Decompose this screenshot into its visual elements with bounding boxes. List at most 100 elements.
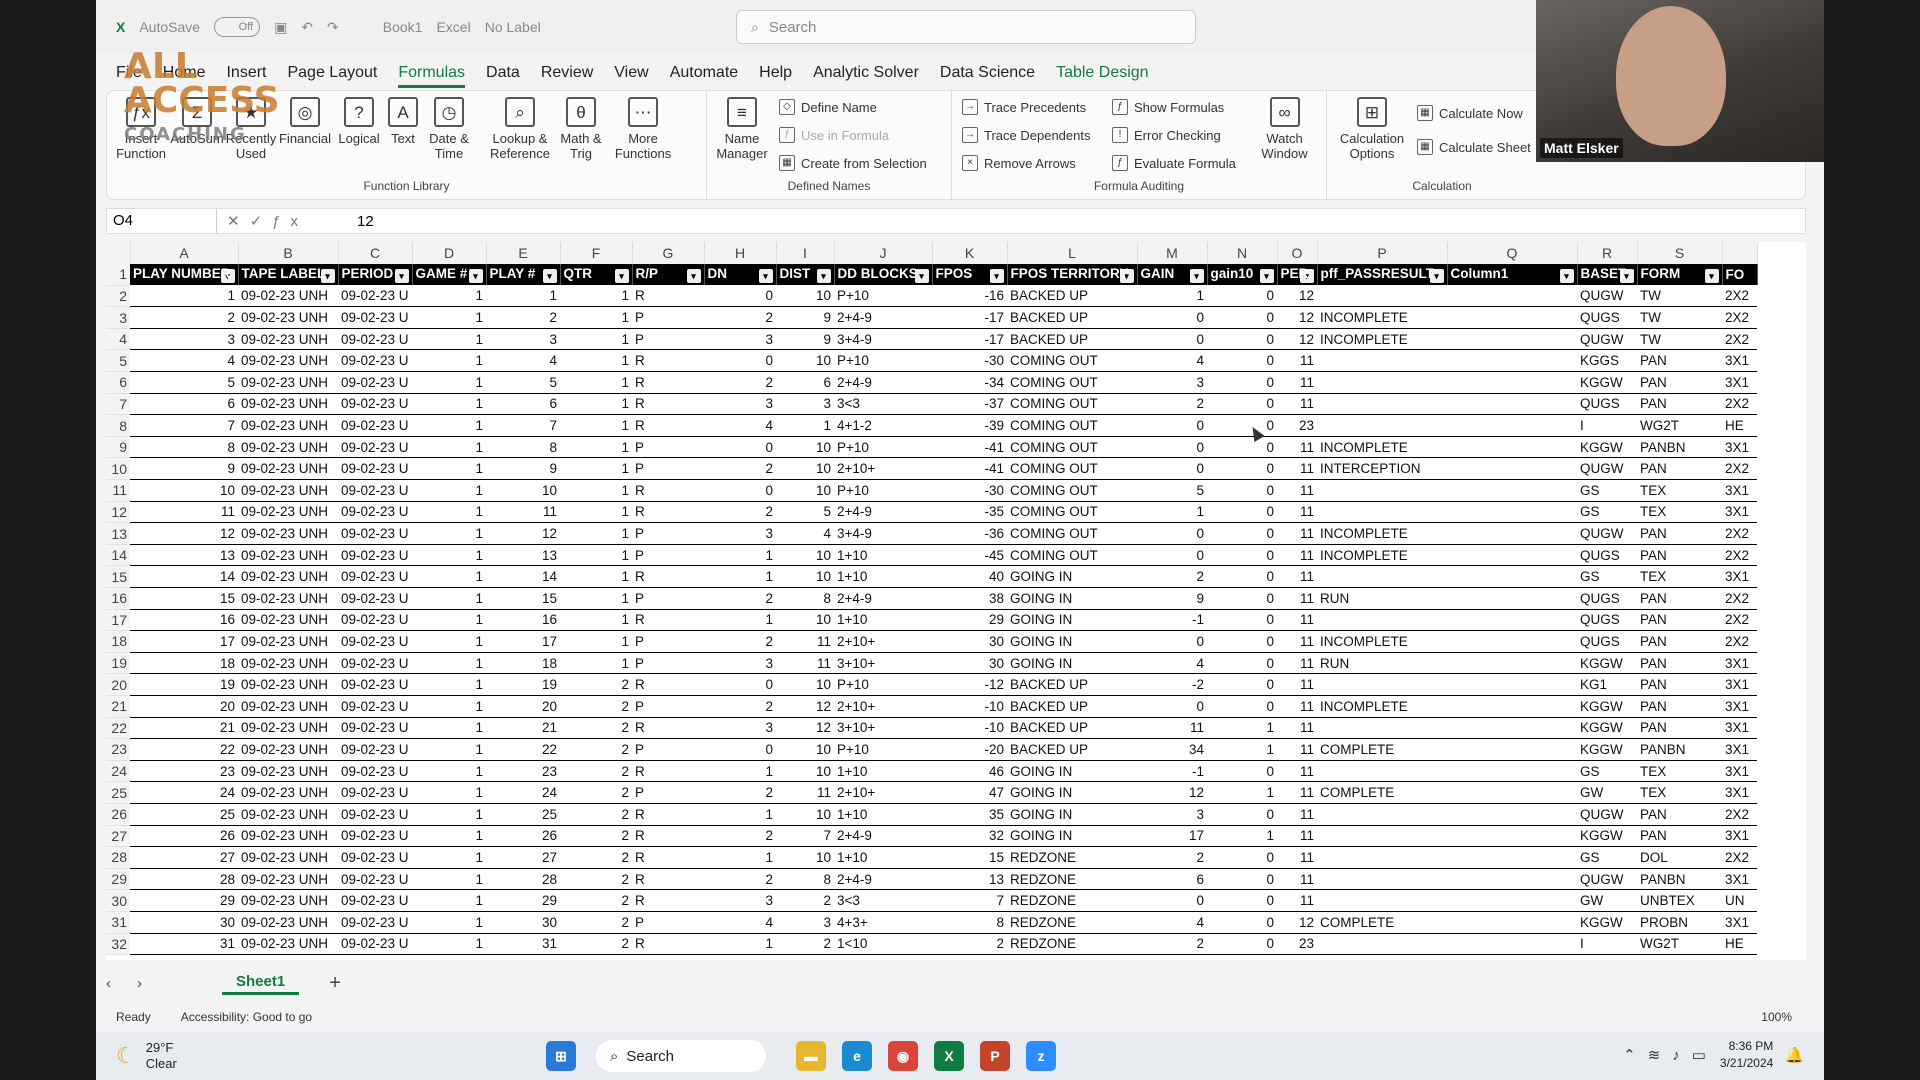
cell[interactable]: 09-02-23 U bbox=[338, 436, 412, 459]
cell[interactable]: 34 bbox=[1137, 738, 1207, 761]
cell[interactable]: 12 bbox=[486, 522, 560, 545]
tab-data[interactable]: Data bbox=[486, 64, 520, 88]
cell[interactable]: 38 bbox=[932, 587, 1007, 610]
cell[interactable]: QUGW bbox=[1577, 803, 1637, 826]
row-header[interactable]: 28 bbox=[106, 846, 130, 869]
cell[interactable]: 2X2 bbox=[1722, 609, 1757, 632]
cell[interactable]: 16 bbox=[130, 609, 238, 632]
cell[interactable]: 27 bbox=[130, 846, 238, 869]
cell[interactable]: 09-02-23 UNH bbox=[238, 457, 338, 481]
filter-dropdown-icon[interactable]: ▾ bbox=[1704, 268, 1719, 283]
battery-icon[interactable]: ▭ bbox=[1692, 1046, 1706, 1064]
cell[interactable]: 09-02-23 UNH bbox=[238, 522, 338, 545]
cell[interactable]: 09-02-23 U bbox=[338, 609, 412, 632]
cell[interactable]: 1 bbox=[1137, 285, 1207, 308]
cell[interactable]: GOING IN bbox=[1007, 630, 1137, 653]
cell[interactable]: 1 bbox=[704, 846, 776, 869]
cell[interactable]: P+10 bbox=[834, 436, 932, 459]
cell[interactable]: 1 bbox=[560, 565, 632, 588]
cell[interactable]: 1 bbox=[560, 349, 632, 373]
cell[interactable]: INCOMPLETE bbox=[1317, 544, 1447, 567]
cell[interactable]: I bbox=[1577, 414, 1637, 437]
calculation-options-button[interactable]: ⊞ Calculation Options bbox=[1337, 97, 1407, 161]
cell[interactable]: P+10 bbox=[834, 673, 932, 696]
cell[interactable]: I bbox=[1577, 933, 1637, 956]
cell[interactable]: 1 bbox=[412, 501, 486, 524]
select-all-corner[interactable] bbox=[106, 242, 131, 264]
cell[interactable]: -16 bbox=[932, 285, 1007, 308]
cell[interactable]: 09-02-23 U bbox=[338, 565, 412, 588]
cell[interactable] bbox=[1317, 803, 1447, 826]
cell[interactable]: 09-02-23 UNH bbox=[238, 781, 338, 804]
cell[interactable]: 11 bbox=[1277, 522, 1317, 545]
cell[interactable]: 2X2 bbox=[1722, 803, 1757, 826]
cell[interactable]: 09-02-23 U bbox=[338, 501, 412, 524]
cell[interactable]: 09-02-23 UNH bbox=[238, 587, 338, 610]
fx-icon[interactable]: ƒx bbox=[272, 213, 308, 230]
text-button[interactable]: A Text bbox=[377, 97, 429, 146]
cell[interactable]: 4 bbox=[1137, 911, 1207, 934]
cell[interactable]: R bbox=[632, 760, 704, 783]
cell[interactable]: GS bbox=[1577, 479, 1637, 502]
cell[interactable]: 11 bbox=[1277, 846, 1317, 869]
cell[interactable]: 0 bbox=[704, 738, 776, 761]
cell[interactable]: 0 bbox=[1137, 889, 1207, 912]
cell[interactable]: 1 bbox=[412, 652, 486, 675]
cell[interactable]: 1 bbox=[560, 652, 632, 675]
cell[interactable]: 7 bbox=[776, 825, 834, 848]
cell[interactable]: 11 bbox=[486, 501, 560, 524]
cell[interactable]: COMPLETE bbox=[1317, 738, 1447, 761]
cell[interactable]: TW bbox=[1637, 285, 1722, 308]
cell[interactable]: 0 bbox=[1207, 911, 1277, 934]
cell[interactable]: 1 bbox=[560, 285, 632, 308]
cell[interactable]: QUGW bbox=[1577, 285, 1637, 308]
cell[interactable] bbox=[1317, 760, 1447, 783]
cell[interactable]: 2 bbox=[704, 695, 776, 718]
column-header[interactable]: E bbox=[486, 242, 561, 264]
cell[interactable] bbox=[1447, 673, 1577, 696]
cell[interactable]: 09-02-23 UNH bbox=[238, 803, 338, 826]
cell[interactable] bbox=[1317, 479, 1447, 502]
cell[interactable]: 1 bbox=[412, 695, 486, 718]
cell[interactable]: 30 bbox=[486, 911, 560, 934]
cell[interactable]: REDZONE bbox=[1007, 868, 1137, 891]
cell[interactable]: 1 bbox=[412, 825, 486, 848]
row-header[interactable]: 30 bbox=[106, 889, 130, 912]
cell[interactable] bbox=[1447, 349, 1577, 373]
cell[interactable]: 7 bbox=[486, 414, 560, 437]
cell[interactable]: 2 bbox=[560, 803, 632, 826]
cell[interactable]: COMPLETE bbox=[1317, 781, 1447, 804]
cell[interactable]: TW bbox=[1637, 306, 1722, 329]
cell[interactable] bbox=[1447, 609, 1577, 632]
cell[interactable]: 2X2 bbox=[1722, 522, 1757, 545]
trace-precedents-button[interactable]: → Trace Precedents bbox=[962, 99, 1086, 115]
cell[interactable] bbox=[1447, 587, 1577, 610]
cell[interactable]: 0 bbox=[1207, 565, 1277, 588]
table-header-cell[interactable]: ▾ Column1 bbox=[1447, 263, 1578, 286]
cell[interactable] bbox=[1317, 371, 1447, 394]
cell[interactable]: 4 bbox=[1137, 349, 1207, 373]
cell[interactable]: 10 bbox=[776, 609, 834, 632]
cell[interactable]: 3 bbox=[1137, 371, 1207, 394]
cell[interactable]: P bbox=[632, 457, 704, 481]
row-header[interactable]: 6 bbox=[106, 371, 130, 394]
cell[interactable]: 12 bbox=[1277, 306, 1317, 329]
cell[interactable]: 9 bbox=[130, 457, 238, 481]
cell[interactable]: 6 bbox=[776, 371, 834, 394]
cell[interactable]: 8 bbox=[932, 911, 1007, 934]
cell[interactable]: 3X1 bbox=[1722, 911, 1757, 934]
math-trig-button[interactable]: θ Math & Trig bbox=[555, 97, 607, 161]
cell[interactable]: 09-02-23 UNH bbox=[238, 717, 338, 740]
cell[interactable]: 09-02-23 U bbox=[338, 630, 412, 653]
cell[interactable]: 1 bbox=[412, 630, 486, 653]
cell[interactable]: 2 bbox=[704, 630, 776, 653]
cell[interactable]: 17 bbox=[486, 630, 560, 653]
cell[interactable]: 0 bbox=[1137, 522, 1207, 545]
cell[interactable]: 2+10+ bbox=[834, 457, 932, 481]
cell[interactable]: 4 bbox=[704, 911, 776, 934]
cell[interactable]: 0 bbox=[1207, 328, 1277, 351]
cell[interactable]: -36 bbox=[932, 522, 1007, 545]
cell[interactable]: 09-02-23 U bbox=[338, 393, 412, 416]
tab-data-science[interactable]: Data Science bbox=[940, 64, 1035, 88]
tab-page-layout[interactable]: Page Layout bbox=[287, 64, 377, 88]
